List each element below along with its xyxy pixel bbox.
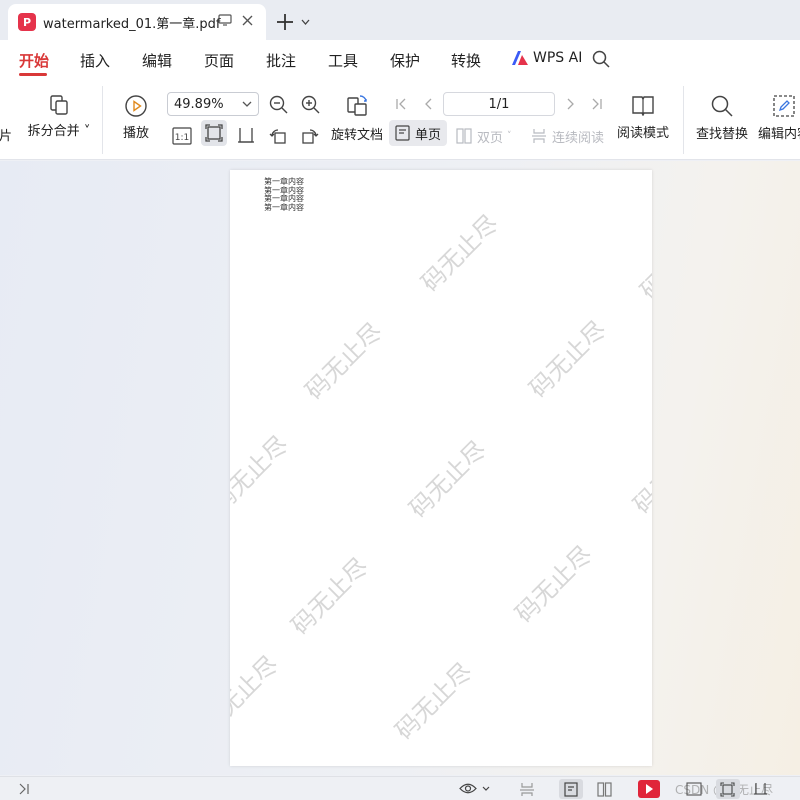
status-bar: CSDN @码无止尽	[0, 776, 800, 800]
monitor-icon[interactable]	[218, 14, 232, 26]
watermark-text: 码无止尽	[389, 657, 478, 746]
watermark-text: 码无止尽	[509, 540, 598, 629]
split-merge-icon	[50, 95, 68, 115]
menu-convert[interactable]: 转换	[451, 50, 481, 71]
fit-page-icon[interactable]	[720, 782, 735, 797]
menu-page[interactable]: 页面	[204, 50, 234, 71]
play-slideshow-button[interactable]	[638, 780, 660, 798]
play-icon	[125, 95, 147, 117]
single-page-icon	[395, 125, 410, 141]
book-icon	[632, 96, 654, 116]
fit-page-icon	[205, 124, 223, 142]
double-page-label: 双页	[477, 130, 504, 146]
menu-insert[interactable]: 插入	[80, 50, 110, 71]
fit-width-icon[interactable]	[753, 782, 768, 797]
rotate-left-button[interactable]	[269, 123, 287, 149]
menu-home[interactable]: 开始	[19, 50, 49, 71]
chevron-down-icon[interactable]	[301, 19, 310, 25]
watermark-text: 码无止尽	[230, 430, 294, 519]
page-number-value: 1/1	[488, 96, 510, 112]
search-icon[interactable]	[592, 50, 610, 68]
play-button[interactable]: 播放	[121, 94, 151, 141]
close-icon[interactable]	[242, 15, 253, 26]
reading-mode-button[interactable]: 阅读模式	[614, 94, 672, 141]
rotate-document-icon	[347, 95, 367, 116]
continuous-reading-button[interactable]: 连续阅读	[531, 123, 604, 149]
next-page-icon[interactable]	[565, 98, 575, 110]
double-page-view-icon[interactable]	[597, 782, 612, 797]
zoom-out-icon[interactable]	[269, 95, 288, 114]
zoom-select[interactable]: 49.89%	[167, 92, 259, 116]
single-page-label: 单页	[415, 127, 442, 143]
split-merge-button[interactable]: 拆分合并 ˅	[27, 94, 91, 139]
menu-protect[interactable]: 保护	[390, 50, 420, 71]
tab-bar: P watermarked_01.第一章.pdf	[0, 0, 800, 44]
watermark-text: 码无止尽	[403, 435, 492, 524]
double-page-icon	[456, 128, 472, 144]
edit-content-icon	[773, 95, 795, 117]
last-page-icon[interactable]	[591, 98, 603, 110]
new-tab-plus-icon[interactable]	[276, 13, 294, 31]
actual-size-button[interactable]: 1:1	[172, 123, 192, 149]
split-merge-label: 拆分合并 ˅	[27, 124, 91, 139]
fit-width-button[interactable]	[237, 123, 255, 149]
search-icon	[711, 95, 733, 117]
menu-annotate[interactable]: 批注	[266, 50, 296, 71]
single-page-view-icon[interactable]	[564, 782, 578, 797]
watermark-text: 码无止尽	[523, 315, 612, 404]
find-replace-button[interactable]: 查找替换	[694, 94, 750, 142]
menu-tools[interactable]: 工具	[328, 50, 358, 71]
first-page-icon[interactable]	[395, 98, 407, 110]
chevron-down-icon	[242, 101, 252, 107]
prev-page-icon[interactable]	[424, 98, 434, 110]
rotate-left-icon	[269, 129, 286, 144]
chevron-down-icon[interactable]	[482, 786, 490, 791]
watermark-text: 码无止尽	[627, 431, 652, 520]
continuous-view-icon[interactable]	[519, 782, 535, 797]
watermark-text: 码无止尽	[230, 650, 284, 739]
watermark-text: 码无止尽	[285, 552, 374, 641]
watermark-text: 码无止尽	[415, 209, 504, 298]
pdf-page[interactable]: 第一章内容 第一章内容 第一章内容 第一章内容 码无止尽 码无止尽 码无止尽 码…	[230, 170, 652, 766]
find-replace-label: 查找替换	[695, 127, 748, 142]
wps-ai-label: WPS AI	[533, 50, 583, 66]
rotate-right-button[interactable]	[301, 123, 319, 149]
edit-content-label: 编辑内容	[758, 127, 800, 142]
pdf-app-icon: P	[18, 13, 36, 31]
menu-edit[interactable]: 编辑	[142, 50, 172, 71]
expand-panel-icon[interactable]	[18, 783, 30, 795]
edit-content-button[interactable]: 编辑内容	[758, 94, 800, 142]
rotate-document-button[interactable]: 旋转文档	[330, 94, 384, 143]
fit-page-button[interactable]	[201, 120, 227, 146]
document-tab-title: watermarked_01.第一章.pdf	[43, 16, 221, 32]
page-text-line: 第一章内容	[264, 202, 304, 212]
rotate-right-icon	[302, 129, 319, 144]
play-label: 播放	[122, 126, 149, 141]
continuous-reading-label: 连续阅读	[552, 130, 605, 146]
reading-mode-label: 阅读模式	[616, 126, 669, 141]
watermark-text: 码无止尽	[634, 217, 652, 306]
watermark-text: 码无止尽	[299, 317, 388, 406]
image-button-label[interactable]: 图片	[0, 125, 12, 144]
single-page-button[interactable]: 单页	[389, 120, 448, 146]
menu-active-indicator	[19, 73, 47, 76]
actual-size-icon: 1:1	[172, 127, 192, 145]
page-number-input[interactable]: 1/1	[443, 92, 555, 116]
eye-icon[interactable]	[459, 782, 477, 795]
actual-size-icon[interactable]	[686, 782, 702, 796]
continuous-reading-icon	[532, 129, 546, 143]
menu-bar: 开始 插入 编辑 页面 批注 工具 保护 转换 WPS AI	[0, 40, 800, 80]
fit-width-icon	[238, 128, 254, 143]
svg-text:1:1: 1:1	[175, 133, 189, 143]
double-page-button[interactable]: 双页 ˅	[456, 123, 512, 149]
menu-wps-ai[interactable]: WPS AI	[512, 50, 582, 66]
zoom-value: 49.89%	[174, 96, 224, 112]
zoom-in-icon[interactable]	[301, 95, 320, 114]
play-icon	[646, 784, 653, 794]
rotate-document-label: 旋转文档	[330, 128, 383, 143]
wps-ai-icon	[512, 51, 528, 65]
